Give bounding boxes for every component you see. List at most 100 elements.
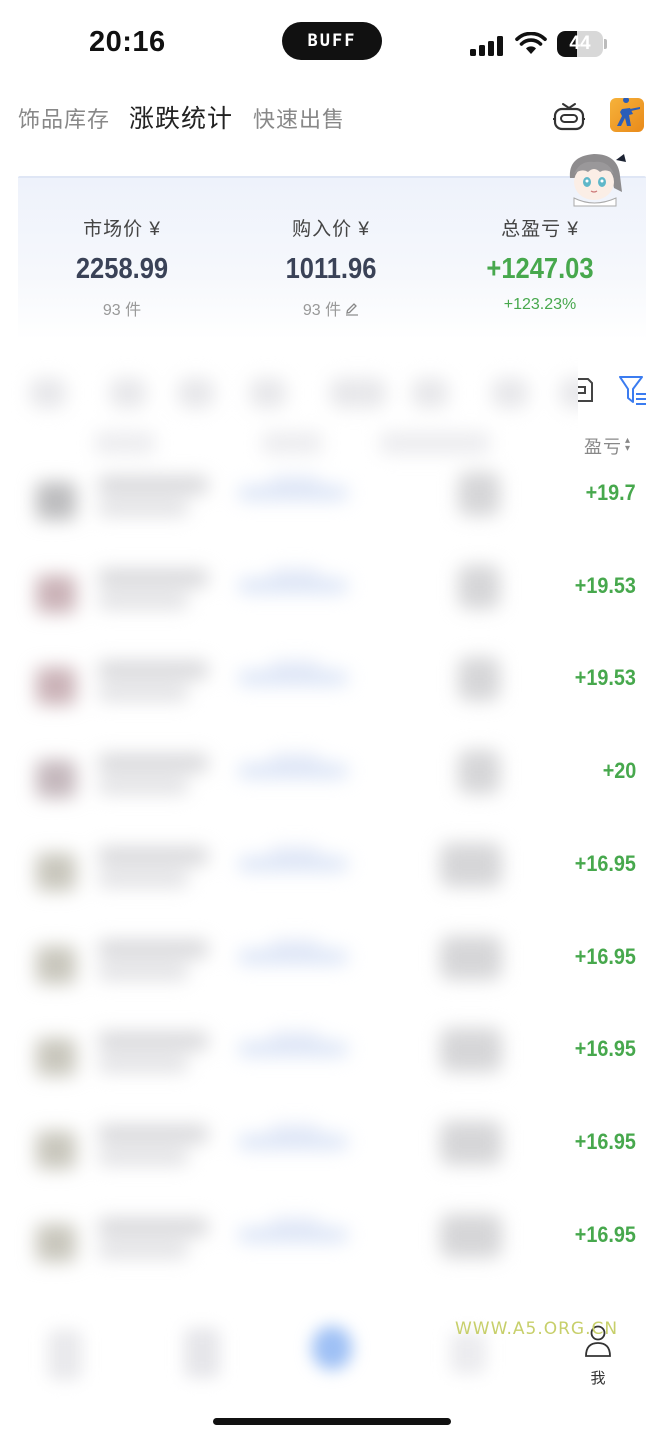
blurred-block (270, 1032, 320, 1045)
blurred-block (412, 378, 448, 408)
blurred-block (98, 476, 208, 494)
blurred-block (270, 661, 320, 674)
blurred-block (238, 1227, 348, 1242)
tab-price-stats[interactable]: 涨跌统计 (129, 99, 233, 135)
blurred-block (30, 378, 66, 408)
blurred-block (238, 578, 348, 593)
profit-value: +19.53 (574, 572, 636, 598)
total-profit-percent: +123.23% (503, 296, 577, 313)
sort-arrows-icon: ▴ ▾ (625, 435, 632, 454)
blurred-content (0, 352, 578, 1310)
tab-inventory[interactable]: 饰品库存 (18, 102, 110, 134)
blurred-block (440, 1120, 502, 1165)
blurred-block (238, 1042, 348, 1057)
blurred-list-area (0, 352, 578, 1310)
blurred-block (270, 568, 320, 581)
blurred-block (178, 378, 214, 408)
blurred-block (492, 378, 528, 408)
blurred-block (98, 1148, 188, 1165)
blurred-block (36, 574, 76, 613)
blurred-block (98, 500, 188, 516)
blurred-block (270, 754, 320, 767)
purchase-price-count: 93 件 (302, 302, 342, 319)
blurred-block (98, 754, 208, 773)
blurred-block (98, 1217, 208, 1236)
copy-icon[interactable] (576, 375, 594, 405)
filter-icon[interactable] (618, 374, 648, 406)
profit-value: +19.53 (574, 665, 636, 691)
blurred-block (238, 856, 348, 871)
blurred-block (98, 1241, 188, 1258)
blurred-block (95, 432, 155, 454)
blurred-block (440, 842, 502, 887)
blurred-block (36, 1130, 76, 1169)
status-bar: 20:16 BUFF 44 (0, 0, 664, 84)
blurred-block (380, 432, 490, 454)
blurred-block (458, 564, 500, 609)
purchase-price-row[interactable]: 93 件 (231, 296, 431, 320)
signal-icon (470, 36, 504, 56)
tab-quick-sell[interactable]: 快速出售 (253, 102, 345, 134)
blurred-block (238, 764, 348, 779)
blurred-block (98, 870, 188, 887)
blurred-block (98, 1124, 208, 1143)
blurred-block (458, 750, 500, 795)
profit-value: +16.95 (574, 943, 636, 969)
profit-value: +20 (602, 758, 636, 784)
market-price-label: 市场价 ¥ (83, 219, 161, 240)
blurred-block (98, 592, 188, 609)
total-profit-stat: 总盈亏 ¥ +1247.03 +123.23% (440, 214, 640, 314)
summary-card: 市场价 ¥ 2258.99 93 件 购入价 ¥ 1011.96 93 件 总盈… (18, 176, 646, 340)
blurred-block (238, 671, 348, 686)
total-profit-value: +1247.03 (486, 253, 594, 285)
battery-icon: 44 (557, 31, 603, 57)
battery-cap (604, 39, 607, 49)
blurred-block (440, 935, 502, 980)
blurred-block (250, 378, 286, 408)
battery-level: 44 (569, 33, 591, 54)
blurred-block (98, 1032, 208, 1051)
edit-icon[interactable] (345, 302, 359, 316)
mascot-icon (569, 154, 626, 207)
market-price-value: 2258.99 (75, 253, 169, 285)
purchase-price-label: 购入价 ¥ (292, 219, 370, 240)
blurred-block (238, 486, 348, 500)
blurred-block (270, 1124, 320, 1137)
nav-me-label: 我 (590, 1370, 606, 1387)
profit-value: +16.95 (574, 1036, 636, 1062)
blurred-block (330, 378, 386, 408)
blurred-block (98, 1056, 188, 1073)
market-price-stat: 市场价 ¥ 2258.99 93 件 (22, 214, 222, 320)
game-icon[interactable] (610, 98, 644, 132)
blurred-block (98, 963, 188, 980)
dynamic-island: BUFF (282, 22, 382, 60)
profit-sort-header[interactable]: 盈亏 ▴ ▾ (584, 433, 631, 459)
purchase-price-stat: 购入价 ¥ 1011.96 93 件 (231, 214, 431, 320)
robot-icon[interactable] (551, 100, 587, 132)
blurred-block (98, 661, 208, 680)
blurred-block (36, 1038, 76, 1077)
profit-value: +19.7 (585, 480, 636, 505)
blurred-block (36, 945, 76, 984)
profit-value: +16.95 (574, 850, 636, 876)
wifi-icon (515, 32, 547, 54)
blurred-block (98, 846, 208, 865)
blurred-block (98, 778, 188, 795)
profit-value: +16.95 (574, 1221, 636, 1247)
blurred-block (36, 1223, 76, 1262)
profit-value: +16.95 (574, 1128, 636, 1154)
total-profit-label: 总盈亏 ¥ (501, 219, 579, 240)
blurred-block (270, 846, 320, 859)
blurred-block (270, 476, 320, 488)
blurred-block (440, 1213, 502, 1258)
profit-sort-label: 盈亏 (584, 437, 622, 457)
watermark: WWW.A5.ORG.CN (455, 1319, 619, 1339)
blurred-block (270, 939, 320, 952)
blurred-block (36, 482, 76, 520)
blurred-block (110, 378, 146, 408)
market-price-count: 93 件 (102, 302, 142, 319)
blurred-block (262, 432, 322, 454)
blurred-block (98, 939, 208, 958)
blurred-block (36, 852, 76, 891)
home-indicator[interactable] (213, 1418, 451, 1425)
